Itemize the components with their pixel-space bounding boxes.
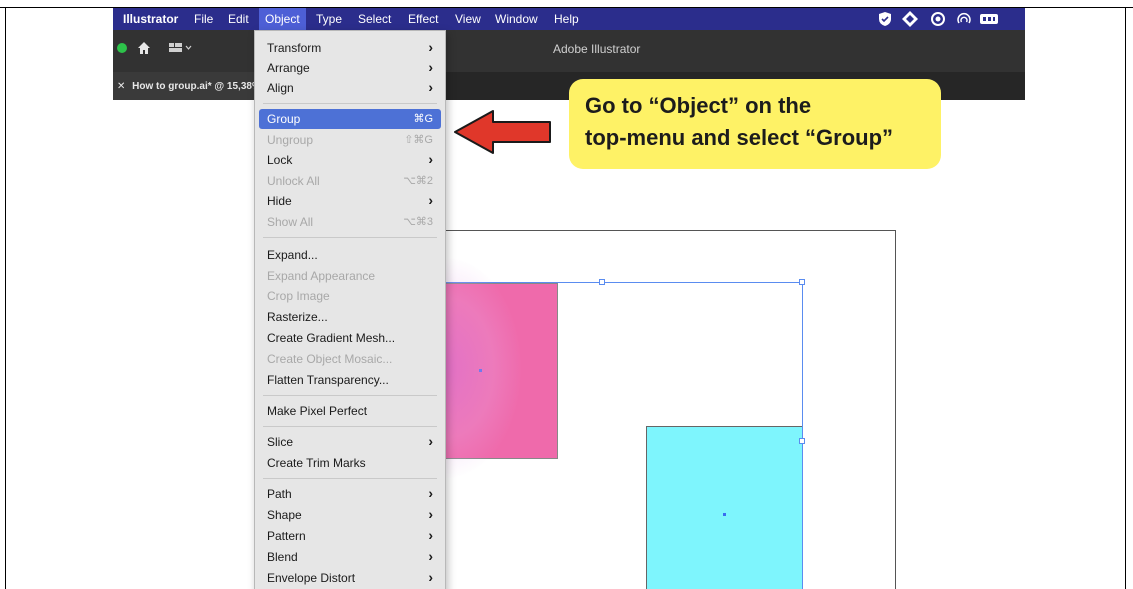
menu-item-rasterize[interactable]: Rasterize... xyxy=(259,307,441,327)
callout-line-2: top-menu and select “Group” xyxy=(585,125,894,150)
menu-item-group[interactable]: Group ⌘G xyxy=(259,109,441,129)
workspace-switcher-icon[interactable] xyxy=(169,42,193,54)
menu-item-shape[interactable]: Shape › xyxy=(259,505,441,525)
menu-item-ungroup[interactable]: Ungroup ⇧⌘G xyxy=(259,130,441,150)
cyan-rectangle[interactable] xyxy=(646,426,803,589)
menu-separator xyxy=(263,426,437,427)
chevron-right-icon: › xyxy=(428,39,433,55)
window-zoom-button[interactable] xyxy=(117,43,127,53)
menu-item-expand-appearance[interactable]: Expand Appearance xyxy=(259,266,441,286)
selection-handle-top-middle[interactable] xyxy=(599,279,605,285)
menu-item-create-gradient-mesh[interactable]: Create Gradient Mesh... xyxy=(259,328,441,348)
menu-item-align[interactable]: Align › xyxy=(259,78,441,98)
chevron-right-icon: › xyxy=(428,485,433,501)
chevron-right-icon: › xyxy=(428,151,433,167)
menu-item-show-all[interactable]: Show All ⌥⌘3 xyxy=(259,212,441,232)
menu-item-flatten-transparency[interactable]: Flatten Transparency... xyxy=(259,370,441,390)
shield-check-icon[interactable] xyxy=(877,11,893,27)
diamond-icon[interactable] xyxy=(902,11,918,27)
airdrop-icon[interactable] xyxy=(956,11,972,27)
chevron-right-icon: › xyxy=(428,59,433,75)
red-pointer-arrow-icon xyxy=(454,110,551,154)
menu-view[interactable]: View xyxy=(455,12,481,26)
menu-effect[interactable]: Effect xyxy=(408,12,438,26)
chevron-right-icon: › xyxy=(428,192,433,208)
menu-edit[interactable]: Edit xyxy=(228,12,249,26)
frame-right-border xyxy=(1125,7,1126,589)
menu-item-blend[interactable]: Blend › xyxy=(259,547,441,567)
menu-item-arrange[interactable]: Arrange › xyxy=(259,58,441,78)
menu-object[interactable]: Object xyxy=(259,8,306,30)
menu-file[interactable]: File xyxy=(194,12,213,26)
menu-help[interactable]: Help xyxy=(554,12,579,26)
menu-item-transform[interactable]: Transform › xyxy=(259,38,441,58)
cyan-center-point xyxy=(723,513,726,516)
menu-item-envelope-distort[interactable]: Envelope Distort › xyxy=(259,568,441,588)
menu-item-path[interactable]: Path › xyxy=(259,484,441,504)
menu-item-unlock-all[interactable]: Unlock All ⌥⌘2 xyxy=(259,171,441,191)
selection-handle-top-right[interactable] xyxy=(799,279,805,285)
chevron-right-icon: › xyxy=(428,506,433,522)
menu-item-slice[interactable]: Slice › xyxy=(259,432,441,452)
menu-item-create-object-mosaic[interactable]: Create Object Mosaic... xyxy=(259,349,441,369)
menu-separator xyxy=(263,395,437,396)
chevron-right-icon: › xyxy=(428,569,433,585)
menu-item-create-trim-marks[interactable]: Create Trim Marks xyxy=(259,453,441,473)
frame-left-border xyxy=(5,7,6,589)
document-tab[interactable]: ✕ How to group.ai* @ 15,38% ( xyxy=(113,72,263,100)
mac-menu-bar: Illustrator File Edit Object Type Select… xyxy=(113,8,1025,30)
menu-item-expand[interactable]: Expand... xyxy=(259,245,441,265)
application-bar: Adobe Illustrator xyxy=(113,30,1025,72)
menu-window[interactable]: Window xyxy=(495,12,538,26)
menu-item-crop-image[interactable]: Crop Image xyxy=(259,286,441,306)
menu-type[interactable]: Type xyxy=(316,12,342,26)
menu-separator xyxy=(263,237,437,238)
menu-item-make-pixel-perfect[interactable]: Make Pixel Perfect xyxy=(259,401,441,421)
creative-cloud-icon[interactable] xyxy=(930,11,946,27)
instruction-callout: Go to “Object” on the top-menu and selec… xyxy=(569,79,941,169)
close-icon[interactable]: ✕ xyxy=(117,81,125,92)
chevron-right-icon: › xyxy=(428,548,433,564)
callout-line-1: Go to “Object” on the xyxy=(585,93,812,118)
document-tab-label: How to group.ai* @ 15,38% ( xyxy=(132,81,263,92)
menu-item-pattern[interactable]: Pattern › xyxy=(259,526,441,546)
window-title: Adobe Illustrator xyxy=(553,42,641,56)
menu-separator xyxy=(263,103,437,104)
home-icon[interactable] xyxy=(137,41,151,55)
menu-item-hide[interactable]: Hide › xyxy=(259,191,441,211)
menu-separator xyxy=(263,478,437,479)
selection-handle-right-middle[interactable] xyxy=(799,438,805,444)
chevron-right-icon: › xyxy=(428,79,433,95)
object-dropdown-menu: Transform › Arrange › Align › Group ⌘G Ungro… xyxy=(254,30,446,589)
chevron-right-icon: › xyxy=(428,527,433,543)
chevron-right-icon: › xyxy=(428,433,433,449)
menu-app-name[interactable]: Illustrator xyxy=(123,12,178,26)
menu-select[interactable]: Select xyxy=(358,12,391,26)
illustrator-screen: Illustrator File Edit Object Type Select… xyxy=(113,8,1025,589)
keyboard-input-icon[interactable] xyxy=(979,11,999,27)
selection-right-edge xyxy=(802,282,803,589)
menu-item-lock[interactable]: Lock › xyxy=(259,150,441,170)
